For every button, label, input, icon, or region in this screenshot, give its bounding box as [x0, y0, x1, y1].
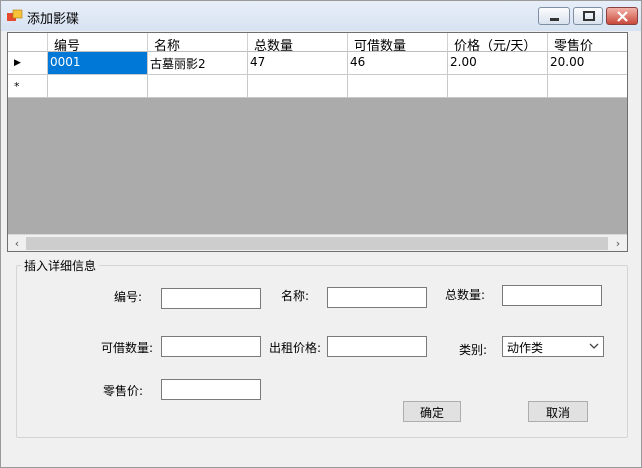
scroll-left-icon[interactable]: ‹: [9, 237, 25, 251]
table-cell[interactable]: 20.00: [548, 52, 627, 75]
category-value: 动作类: [507, 341, 544, 355]
table-cell[interactable]: 46: [348, 52, 448, 75]
maximize-button[interactable]: [573, 7, 603, 25]
new-row[interactable]: *: [8, 75, 627, 98]
name-input[interactable]: [327, 287, 427, 308]
table-cell[interactable]: [448, 75, 548, 98]
table-cell[interactable]: 0001: [48, 52, 148, 75]
data-grid[interactable]: 编号 名称 总数量 可借数量 价格（元/天） 零售价 ▶ 0001 古墓丽影2 …: [7, 32, 628, 252]
column-header[interactable]: 总数量: [248, 33, 348, 52]
minimize-button[interactable]: [538, 7, 570, 25]
ok-button[interactable]: 确定: [403, 401, 461, 422]
table-cell[interactable]: [548, 75, 627, 98]
title-bar: 添加影碟: [1, 1, 641, 31]
horizontal-scrollbar[interactable]: ‹ ›: [8, 234, 627, 251]
cancel-button[interactable]: 取消: [528, 401, 588, 422]
category-label: 类别:: [459, 343, 488, 357]
table-cell[interactable]: 47: [248, 52, 348, 75]
category-select[interactable]: 动作类: [502, 336, 604, 357]
group-title: 插入详细信息: [21, 257, 100, 274]
column-header[interactable]: 零售价: [548, 33, 627, 52]
rent-price-label: 出租价格:: [269, 341, 322, 355]
table-cell[interactable]: 古墓丽影2: [148, 52, 248, 75]
close-button[interactable]: [606, 7, 638, 25]
minimize-icon: [550, 18, 559, 21]
id-label: 编号:: [114, 290, 143, 304]
chevron-down-icon: [589, 343, 599, 349]
current-row-icon: ▶: [14, 58, 21, 68]
total-label: 总数量:: [445, 288, 486, 302]
main-window: 添加影碟 编号 名称 总数量 可借数量 价格（元/天） 零售价 ▶ 0001 古…: [0, 0, 642, 468]
app-icon: [7, 9, 23, 21]
maximize-icon: [583, 11, 595, 21]
table-row[interactable]: ▶ 0001 古墓丽影2 47 46 2.00 20.00: [8, 52, 627, 75]
table-cell[interactable]: [148, 75, 248, 98]
rent-price-input[interactable]: [327, 336, 427, 357]
total-input[interactable]: [502, 285, 602, 306]
retail-input[interactable]: [161, 379, 261, 400]
column-header[interactable]: 编号: [48, 33, 148, 52]
column-header[interactable]: 价格（元/天）: [448, 33, 548, 52]
table-cell[interactable]: [348, 75, 448, 98]
window-title: 添加影碟: [27, 12, 80, 27]
column-header[interactable]: 可借数量: [348, 33, 448, 52]
id-input[interactable]: [161, 288, 261, 309]
scroll-right-icon[interactable]: ›: [610, 237, 626, 251]
available-input[interactable]: [161, 336, 261, 357]
new-row-icon: *: [14, 80, 20, 93]
available-label: 可借数量:: [101, 341, 154, 355]
header-corner: [8, 33, 48, 52]
column-header[interactable]: 名称: [148, 33, 248, 52]
table-cell[interactable]: [248, 75, 348, 98]
table-cell[interactable]: [48, 75, 148, 98]
retail-label: 零售价:: [103, 384, 144, 398]
row-header[interactable]: *: [8, 75, 48, 98]
scroll-thumb[interactable]: [26, 237, 608, 250]
name-label: 名称:: [281, 289, 310, 303]
row-header[interactable]: ▶: [8, 52, 48, 75]
table-cell[interactable]: 2.00: [448, 52, 548, 75]
close-icon: [617, 11, 628, 22]
